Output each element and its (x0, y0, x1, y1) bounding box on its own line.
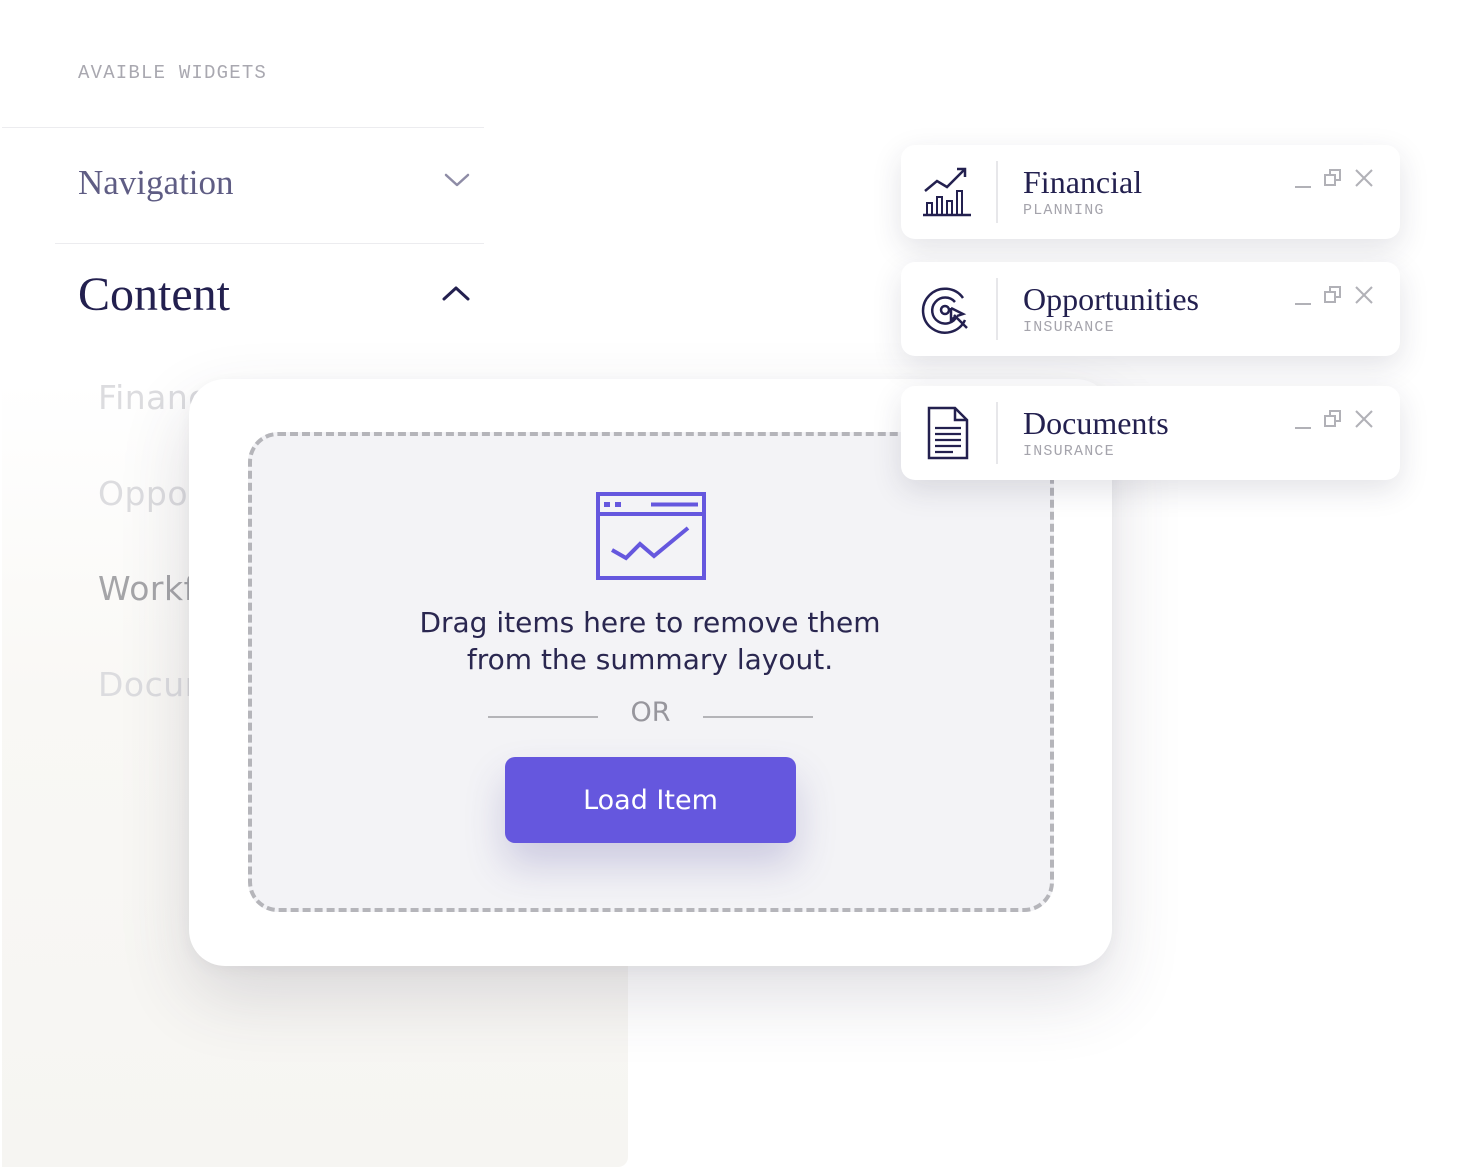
widget-subtitle: INSURANCE (1023, 443, 1115, 460)
widget-subtitle: INSURANCE (1023, 319, 1115, 336)
chevron-up-icon (442, 284, 470, 307)
content-item-opportunities[interactable]: Oppor (98, 474, 202, 513)
window-controls (1293, 408, 1379, 432)
widget-layout-editor: AVAIBLE WIDGETS Navigation Content Finan… (0, 0, 1461, 1167)
close-icon[interactable] (1353, 167, 1375, 196)
content-item-documents[interactable]: Docur (98, 665, 199, 704)
chevron-down-icon (444, 172, 470, 193)
close-icon[interactable] (1353, 408, 1375, 437)
content-item-workflow[interactable]: Workf (98, 569, 196, 608)
drop-message-line1: Drag items here to remove them (419, 606, 881, 639)
drop-message-line2: from the summary layout. (466, 643, 834, 676)
minimize-icon[interactable] (1293, 284, 1313, 313)
window-controls (1293, 167, 1379, 191)
document-icon (921, 406, 977, 462)
widget-card-documents[interactable]: Documents INSURANCE (901, 386, 1400, 480)
restore-icon[interactable] (1323, 167, 1343, 196)
widget-title: Documents (1023, 405, 1169, 441)
divider (2, 127, 484, 128)
close-icon[interactable] (1353, 284, 1375, 313)
accordion-navigation[interactable]: Navigation (78, 160, 484, 210)
card-separator (996, 402, 998, 464)
target-cursor-icon (921, 282, 977, 338)
restore-icon[interactable] (1323, 408, 1343, 437)
divider (55, 243, 484, 244)
browser-chart-icon (596, 492, 708, 587)
card-separator (996, 161, 998, 223)
restore-icon[interactable] (1323, 284, 1343, 313)
bar-chart-trend-icon (921, 165, 977, 221)
widget-title: Financial (1023, 164, 1143, 200)
or-label: OR (630, 697, 671, 728)
widget-title: Opportunities (1023, 281, 1199, 317)
accordion-content-label: Content (78, 268, 230, 321)
card-separator (996, 278, 998, 340)
widget-card-financial[interactable]: Financial PLANNING (901, 145, 1400, 239)
accordion-navigation-label: Navigation (78, 163, 234, 202)
available-widgets-label: AVAIBLE WIDGETS (78, 62, 268, 84)
widget-card-opportunities[interactable]: Opportunities INSURANCE (901, 262, 1400, 356)
accordion-content[interactable]: Content (78, 266, 484, 326)
minimize-icon[interactable] (1293, 167, 1313, 196)
load-item-button[interactable]: Load Item (505, 757, 796, 843)
minimize-icon[interactable] (1293, 408, 1313, 437)
or-divider: OR (488, 697, 813, 737)
widget-subtitle: PLANNING (1023, 202, 1105, 219)
window-controls (1293, 284, 1379, 308)
or-line-right (703, 716, 813, 718)
